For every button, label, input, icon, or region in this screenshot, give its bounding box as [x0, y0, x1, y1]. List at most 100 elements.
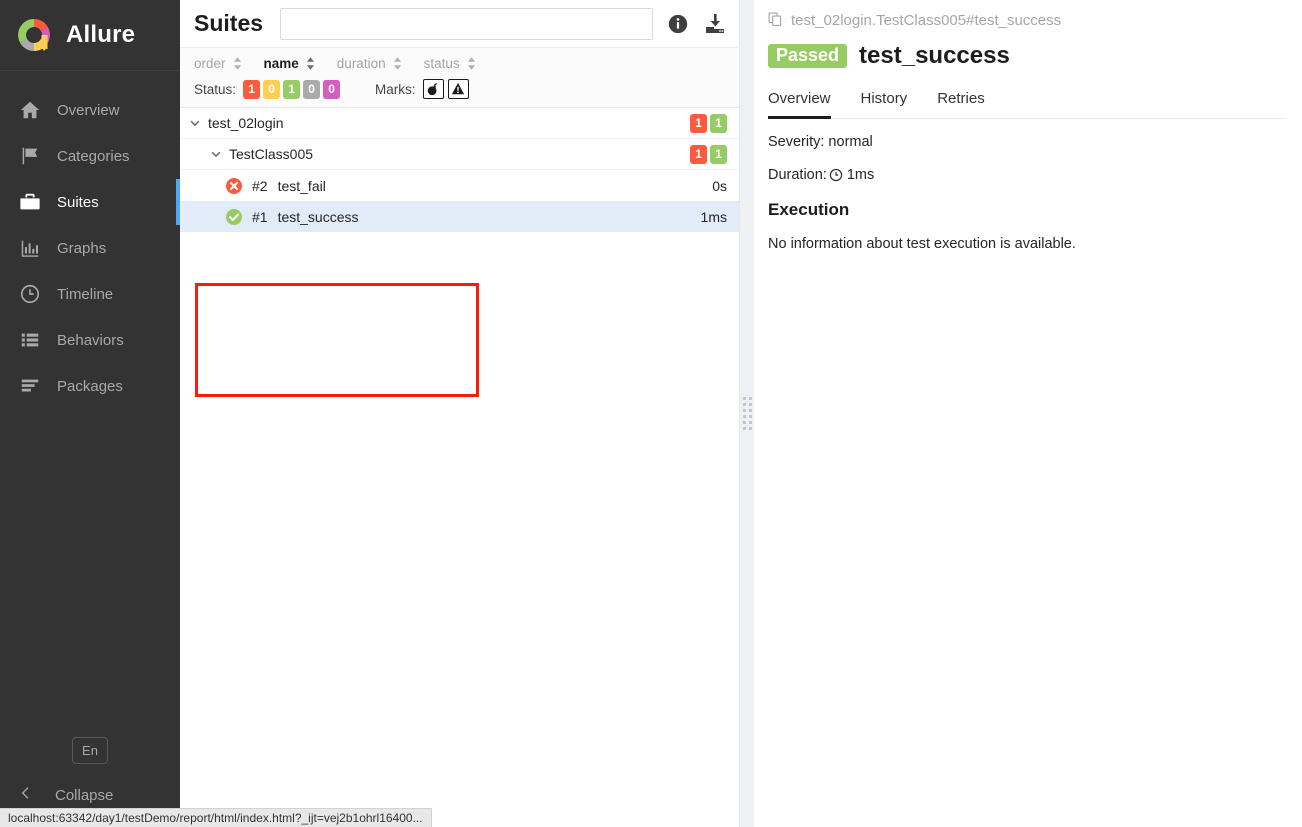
sort-arrows-icon — [467, 56, 476, 70]
failed-circle-icon — [225, 177, 243, 195]
sort-arrows-icon — [233, 56, 242, 70]
sidebar-item-graphs[interactable]: Graphs — [0, 225, 180, 271]
sidebar-item-label: Timeline — [57, 285, 114, 303]
sidebar-item-label: Categories — [57, 147, 130, 165]
sort-arrows-icon — [393, 56, 402, 70]
test-name: test_success — [277, 208, 359, 225]
badge-passed: 1 — [710, 113, 727, 133]
allure-donut-logo-icon — [14, 15, 54, 55]
badge-failed: 1 — [690, 144, 707, 164]
sort-status-label: status — [423, 55, 460, 71]
test-detail-panel: test_02login.TestClass005#test_success P… — [754, 0, 1302, 827]
panel-resizer[interactable] — [740, 0, 754, 827]
sort-columns: order name duration status — [194, 52, 739, 74]
list-icon — [17, 327, 43, 353]
sidebar-item-suites[interactable]: Suites — [0, 179, 180, 225]
sort-name-label: name — [263, 55, 299, 71]
chevron-left-icon — [18, 785, 34, 805]
tree-node-badges: 1 1 — [690, 113, 727, 133]
language-selector-wrap: En — [0, 737, 180, 773]
annotation-highlight-box — [195, 283, 479, 397]
status-chip-unknown[interactable]: 0 — [323, 79, 341, 99]
bomb-icon[interactable] — [422, 79, 444, 99]
tree-node-badges: 1 1 — [690, 144, 727, 164]
sidebar-item-label: Overview — [57, 101, 120, 119]
resizer-grip-icon — [742, 397, 752, 430]
tab-overview[interactable]: Overview — [768, 84, 831, 119]
language-button[interactable]: En — [72, 737, 108, 764]
tree-node-suite[interactable]: test_02login 1 1 — [180, 108, 739, 139]
page-title: Suites — [194, 10, 264, 36]
duration-label: Duration: — [768, 167, 827, 183]
sidebar-item-label: Suites — [57, 193, 99, 211]
sort-name[interactable]: name — [264, 56, 315, 71]
breadcrumb[interactable]: test_02login.TestClass005#test_success — [768, 9, 1286, 31]
info-icon[interactable] — [667, 13, 689, 35]
home-icon — [17, 97, 43, 123]
suites-toolbar: order name duration status Status: 1 0 1… — [180, 47, 739, 108]
detail-tabs: Overview History Retries — [768, 84, 1286, 119]
tree-node-label: test_02login — [208, 115, 284, 131]
status-chip-failed[interactable]: 1 — [243, 79, 261, 99]
tab-history[interactable]: History — [861, 84, 908, 119]
test-name: test_fail — [277, 177, 326, 194]
tree-node-label: TestClass005 — [229, 146, 314, 162]
download-icon[interactable] — [703, 12, 727, 36]
sidebar-item-packages[interactable]: Packages — [0, 363, 180, 409]
marks-filter-label: Marks: — [375, 81, 416, 97]
severity-line: Severity: normal — [768, 134, 873, 150]
sidebar-item-categories[interactable]: Categories — [0, 133, 180, 179]
test-order: #2 — [252, 177, 268, 194]
execution-text: No information about test execution is a… — [768, 236, 1076, 252]
sidebar-item-label: Packages — [57, 377, 123, 395]
warning-triangle-icon[interactable] — [447, 79, 469, 99]
sidebar-item-behaviors[interactable]: Behaviors — [0, 317, 180, 363]
badge-passed: 1 — [710, 144, 727, 164]
status-chip-skipped[interactable]: 0 — [303, 79, 321, 99]
sort-status[interactable]: status — [424, 56, 476, 71]
sidebar-item-overview[interactable]: Overview — [0, 87, 180, 133]
brand[interactable]: Allure — [0, 0, 180, 71]
browser-status-bar: localhost:63342/day1/testDemo/report/htm… — [0, 808, 432, 827]
duration-value: 1ms — [846, 167, 875, 183]
chevron-down-icon — [188, 116, 202, 130]
sidebar-item-label: Graphs — [57, 239, 107, 257]
sidebar: Allure Overview Categories Suites Graphs… — [0, 0, 180, 827]
sort-arrows-icon — [306, 56, 315, 70]
chevron-down-icon — [209, 147, 223, 161]
status-chip-passed[interactable]: 1 — [283, 79, 301, 99]
test-title-row: Passed test_success — [768, 42, 1286, 70]
copy-icon[interactable] — [768, 12, 784, 28]
execution-heading: Execution — [768, 200, 850, 219]
status-chip-broken[interactable]: 0 — [263, 79, 281, 99]
table-row[interactable]: #1 test_success 1ms — [180, 201, 739, 232]
test-duration: 1ms — [700, 208, 727, 225]
search-input[interactable] — [280, 7, 653, 40]
marks-filter-buttons — [422, 79, 469, 99]
test-order: #1 — [252, 208, 268, 225]
stack-icon — [17, 373, 43, 399]
filter-row: Status: 1 0 1 0 0 Marks: — [194, 76, 739, 102]
tab-retries[interactable]: Retries — [937, 84, 985, 119]
detail-body: Severity: normal Duration: 1ms Execution… — [768, 119, 1286, 252]
suites-panel: Suites order name duration status Status… — [180, 0, 740, 827]
sort-duration[interactable]: duration — [337, 56, 402, 71]
tree-node-class[interactable]: TestClass005 1 1 — [180, 139, 739, 170]
bar-chart-icon — [17, 235, 43, 261]
suites-tree: test_02login 1 1 TestClass005 1 1 #2 tes… — [180, 108, 739, 827]
clock-icon — [829, 168, 843, 182]
table-row[interactable]: #2 test_fail 0s — [180, 170, 739, 201]
clock-icon — [17, 281, 43, 307]
flag-icon — [17, 143, 43, 169]
status-filter-label: Status: — [194, 81, 237, 97]
sort-order-label: order — [194, 55, 226, 71]
sidebar-item-label: Behaviors — [57, 331, 124, 349]
breadcrumb-text: test_02login.TestClass005#test_success — [791, 11, 1062, 29]
collapse-label: Collapse — [55, 786, 114, 804]
sort-order[interactable]: order — [194, 56, 242, 71]
sort-duration-label: duration — [336, 55, 386, 71]
status-filter-chips: 1 0 1 0 0 — [243, 79, 341, 99]
status-badge: Passed — [768, 43, 848, 69]
sidebar-item-timeline[interactable]: Timeline — [0, 271, 180, 317]
test-title: test_success — [859, 42, 1010, 69]
